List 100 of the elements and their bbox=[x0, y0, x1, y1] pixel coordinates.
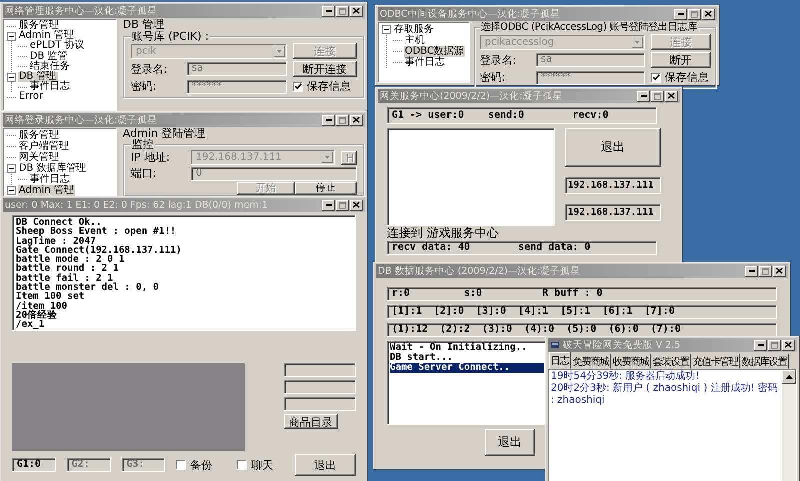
group-label: 账号库 (PCIK) : bbox=[131, 31, 210, 43]
log-line: Gate Connect(192.168.137.111) bbox=[16, 246, 183, 256]
scroll-up-button[interactable] bbox=[782, 370, 796, 384]
maximize-icon bbox=[339, 8, 346, 14]
close-button[interactable] bbox=[702, 8, 715, 20]
maximize-button[interactable] bbox=[768, 340, 781, 350]
exit-button[interactable]: 退出 bbox=[485, 429, 535, 456]
text-field[interactable] bbox=[284, 397, 356, 411]
tree-item[interactable]: 服务管理 bbox=[18, 130, 60, 141]
list-item[interactable]: DB start... bbox=[390, 353, 544, 363]
close-button[interactable] bbox=[350, 6, 363, 16]
stop-button[interactable]: 停止 bbox=[295, 182, 357, 195]
minimize-button[interactable] bbox=[637, 90, 650, 102]
app-icon bbox=[550, 340, 560, 350]
tree-item[interactable]: DB 监管 bbox=[29, 52, 69, 62]
group-label: 选择ODBC (PcikAccessLog) 账号登陆登出日志库 bbox=[480, 22, 698, 34]
checkbox[interactable] bbox=[237, 460, 248, 470]
collapse-icon[interactable] bbox=[7, 72, 16, 82]
tree-item[interactable]: DB 数据库管理 bbox=[18, 163, 88, 174]
list-box[interactable]: Wait - On Initializing.. DB start... Game Server Connect.. bbox=[387, 341, 547, 425]
minimize-button[interactable] bbox=[322, 200, 335, 210]
tab[interactable]: 收费商城 bbox=[611, 354, 651, 369]
close-icon bbox=[705, 11, 712, 17]
ip-field: 192.168.137.111 bbox=[565, 204, 661, 221]
close-button[interactable] bbox=[665, 90, 678, 102]
exit-button[interactable]: 退出 bbox=[565, 128, 661, 167]
tree-item[interactable]: Error bbox=[18, 92, 44, 103]
log-line: battle fail : 2 1 bbox=[16, 274, 114, 284]
checkbox[interactable] bbox=[651, 72, 661, 82]
collapse-icon[interactable] bbox=[7, 164, 16, 173]
collapse-icon[interactable] bbox=[7, 186, 16, 195]
log-line: battle mode : 2 0 1 bbox=[16, 255, 125, 264]
field-label: 端口: bbox=[131, 166, 158, 181]
status-field: G1 -> user:0 send:0 recv:0 bbox=[387, 107, 657, 124]
tree-item[interactable]: 事件日志 bbox=[29, 82, 71, 92]
tree-item[interactable]: 网关管理 bbox=[18, 152, 60, 163]
tab[interactable]: 日志 bbox=[549, 352, 571, 369]
close-icon bbox=[785, 342, 792, 348]
log-line: Sheep Boss Event : open #1!! bbox=[16, 227, 178, 237]
maximize-icon bbox=[691, 10, 698, 18]
tree-item[interactable]: ODBC数据源 bbox=[404, 46, 466, 57]
tree-item[interactable]: 事件日志 bbox=[29, 174, 71, 185]
tree-item[interactable]: 存取服务 bbox=[393, 24, 435, 35]
disconnect-button[interactable]: 断开 bbox=[651, 52, 711, 68]
minimize-icon bbox=[758, 344, 764, 346]
tree-item[interactable]: 事件日志 bbox=[404, 57, 446, 68]
minimize-button[interactable] bbox=[674, 8, 687, 20]
text-field[interactable] bbox=[284, 363, 356, 377]
log-line: battle round : 2 1 bbox=[16, 264, 120, 274]
text-field[interactable] bbox=[284, 380, 356, 394]
maximize-button[interactable] bbox=[336, 114, 349, 126]
tree-item[interactable]: 服务管理 bbox=[18, 21, 60, 32]
tree-item[interactable]: ePLDT 协议 bbox=[29, 41, 86, 52]
maximize-button[interactable] bbox=[759, 266, 772, 276]
log-line: 20倍经验 bbox=[16, 310, 58, 320]
minimize-icon bbox=[640, 95, 646, 97]
tab[interactable]: 充值卡管理 bbox=[691, 354, 740, 369]
exit-button[interactable]: 退出 bbox=[295, 454, 356, 476]
close-button[interactable] bbox=[350, 200, 363, 210]
close-button[interactable] bbox=[773, 266, 786, 276]
stats-field: r:0 s:0 R buff : 0 bbox=[387, 287, 777, 301]
tab[interactable]: 免费商城 bbox=[571, 354, 611, 369]
maximize-icon bbox=[654, 92, 661, 100]
collapse-icon[interactable] bbox=[382, 25, 391, 34]
list-box[interactable] bbox=[387, 128, 555, 226]
close-button[interactable] bbox=[350, 114, 363, 126]
minimize-button[interactable] bbox=[745, 266, 758, 276]
maximize-button[interactable] bbox=[336, 200, 349, 210]
list-item[interactable]: Wait - On Initializing.. bbox=[390, 343, 544, 353]
stats-field: (1):12 (2):2 (3):0 (4):0 (5):0 (6):0 (7):0 bbox=[387, 323, 777, 337]
connect-label: 连接到 游戏服务中心 bbox=[387, 227, 500, 240]
close-button[interactable] bbox=[782, 340, 795, 350]
tab[interactable]: 数据库设置 bbox=[740, 354, 789, 369]
disconnect-button[interactable]: 断开连接 bbox=[293, 61, 357, 77]
tab[interactable]: 套装设置 bbox=[651, 354, 691, 369]
checkbox-label: 保存信息 bbox=[307, 79, 351, 94]
catalog-button[interactable]: 商品目录 bbox=[284, 414, 338, 429]
minimize-button[interactable] bbox=[754, 340, 767, 350]
maximize-icon bbox=[339, 202, 346, 208]
tree-item[interactable]: 客户端管理 bbox=[18, 141, 70, 152]
minimize-button[interactable] bbox=[322, 114, 335, 126]
window-title: DB 数据服务中心 (2009/2/2)—汉化:凝子孤星 bbox=[378, 264, 582, 278]
maximize-button[interactable] bbox=[688, 8, 701, 20]
maximize-button[interactable] bbox=[336, 6, 349, 16]
tree-item[interactable]: 结束任务 bbox=[29, 62, 71, 72]
close-icon bbox=[353, 117, 360, 123]
tree-item[interactable]: Admin 管理 bbox=[18, 185, 76, 196]
list-item[interactable]: Game Server Connect.. bbox=[390, 363, 544, 373]
checkbox[interactable] bbox=[176, 460, 186, 470]
field-label: IP 地址: bbox=[131, 150, 172, 165]
checkbox[interactable] bbox=[293, 82, 303, 92]
minimize-icon bbox=[326, 119, 332, 121]
panel-title: Admin 登陆管理 bbox=[123, 128, 207, 140]
collapse-icon[interactable] bbox=[7, 32, 16, 41]
tree-item[interactable]: 主机 bbox=[404, 35, 426, 46]
maximize-button[interactable] bbox=[651, 90, 664, 102]
text-field[interactable]: G1:0 bbox=[12, 458, 56, 472]
log-line: 20时2分3秒: 新用户 ( zhaoshiqi ) 注册成功! 密码 : zhaoshiqi bbox=[551, 383, 779, 407]
scrollbar[interactable] bbox=[782, 370, 796, 481]
minimize-button[interactable] bbox=[322, 6, 335, 16]
